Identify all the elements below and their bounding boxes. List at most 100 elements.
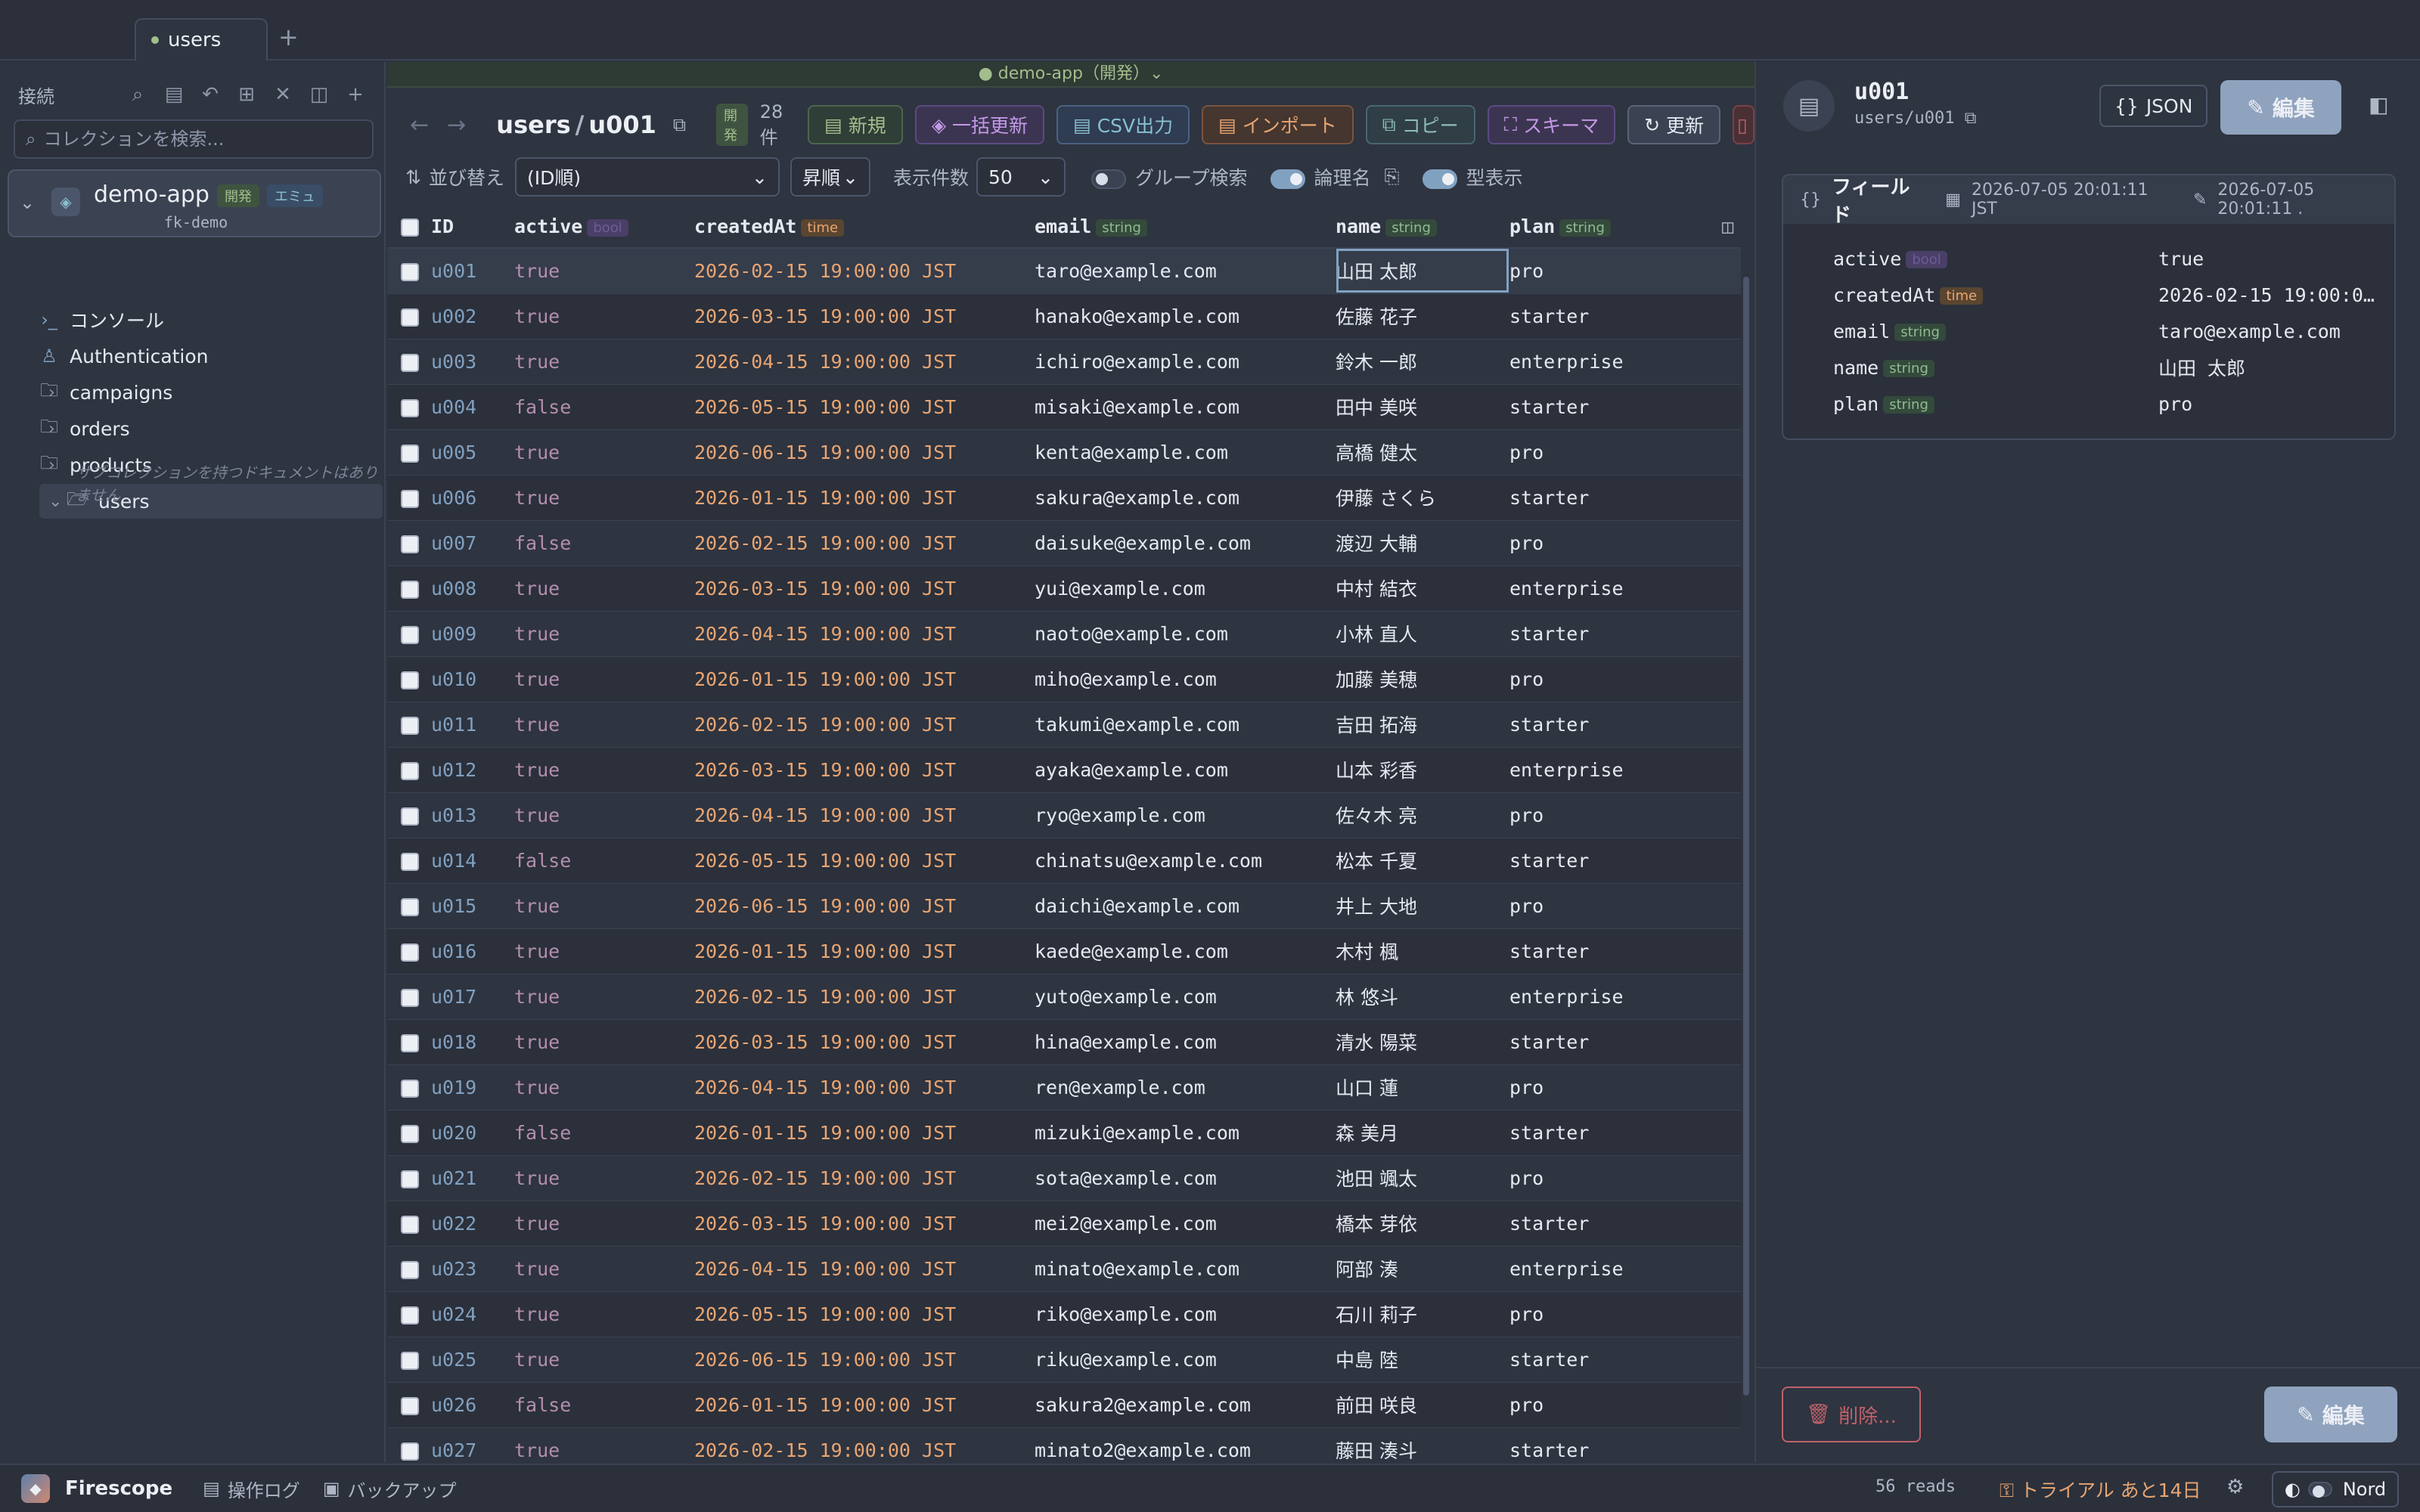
table-cell-createdat[interactable]: 2026-06-15 19:00:00 JST	[694, 1337, 1035, 1383]
add-tab-button[interactable]: +	[278, 23, 299, 51]
row-checkbox[interactable]	[401, 1079, 419, 1098]
table-cell-email[interactable]: naoto@example.com	[1035, 611, 1336, 657]
table-row[interactable]: u009 true 2026-04-15 19:00:00 JST naoto@exa…	[387, 611, 1741, 657]
connection-item[interactable]: ⌄ ◈ demo-app 開発 エミュ fk-demo	[8, 169, 381, 237]
row-checkbox[interactable]	[401, 1442, 419, 1461]
table-cell-email[interactable]: kaede@example.com	[1035, 928, 1336, 974]
table-cell-createdat[interactable]: 2026-02-15 19:00:00 JST	[694, 520, 1035, 566]
table-row[interactable]: u022 true 2026-03-15 19:00:00 JST mei2@exam…	[387, 1201, 1741, 1247]
row-checkbox[interactable]	[401, 580, 419, 599]
table-cell-plan[interactable]: pro	[1509, 429, 1741, 476]
row-checkbox[interactable]	[401, 262, 419, 281]
table-row[interactable]: u026 false 2026-01-15 19:00:00 JST sakura2@…	[387, 1382, 1741, 1428]
connection-indicator[interactable]: ● demo-app（開発）⌄	[387, 62, 1754, 88]
table-cell-createdat[interactable]: 2026-03-15 19:00:00 JST	[694, 565, 1035, 612]
csv-export-button[interactable]: ▤ CSV出力	[1056, 105, 1190, 144]
table-cell-name[interactable]: 森 美月	[1336, 1110, 1509, 1156]
field-row[interactable]: createdAt time 2026-02-15 19:00:0…	[1833, 280, 2378, 310]
row-checkbox[interactable]	[401, 988, 419, 1007]
table-cell-active[interactable]: false	[514, 1110, 694, 1156]
table-cell-createdat[interactable]: 2026-04-15 19:00:00 JST	[694, 1246, 1035, 1292]
table-cell-email[interactable]: miho@example.com	[1035, 656, 1336, 702]
forward-arrow-icon[interactable]: →	[447, 112, 466, 138]
logical-name-toggle[interactable]: 論理名	[1270, 163, 1371, 191]
table-cell-active[interactable]: true	[514, 1337, 694, 1383]
table-cell-id[interactable]: u004	[431, 384, 514, 430]
collapse-icon[interactable]: ✕	[265, 79, 301, 110]
row-checkbox[interactable]	[401, 1033, 419, 1052]
chevron-down-icon[interactable]: ⌄	[48, 492, 62, 511]
group-search-toggle[interactable]: グループ検索	[1091, 163, 1248, 191]
sidebar-item-console[interactable]: ›_ コンソール	[38, 302, 381, 337]
table-cell-email[interactable]: riku@example.com	[1035, 1337, 1336, 1383]
table-row[interactable]: u011 true 2026-02-15 19:00:00 JST takumi@ex…	[387, 702, 1741, 748]
row-checkbox[interactable]	[401, 897, 419, 916]
field-row[interactable]: plan string pro	[1833, 389, 2378, 419]
collection-search-input[interactable]	[43, 129, 361, 150]
table-cell-createdat[interactable]: 2026-01-15 19:00:00 JST	[694, 1382, 1035, 1428]
table-cell-active[interactable]: false	[514, 838, 694, 884]
sidebar-item-authentication[interactable]: ♙ Authentication	[38, 339, 381, 373]
table-cell-active[interactable]: true	[514, 883, 694, 929]
folder-plus-icon[interactable]: ⊞	[228, 79, 265, 110]
field-row[interactable]: active bool true	[1833, 243, 2378, 274]
table-cell-active[interactable]: true	[514, 611, 694, 657]
table-cell-plan[interactable]: pro	[1509, 1382, 1741, 1428]
table-cell-id[interactable]: u019	[431, 1064, 514, 1111]
panel-icon[interactable]: ◫	[301, 79, 337, 110]
table-cell-active[interactable]: true	[514, 974, 694, 1020]
json-button[interactable]: {} JSON	[2099, 85, 2208, 127]
table-cell-email[interactable]: takumi@example.com	[1035, 702, 1336, 748]
table-cell-name[interactable]: 伊藤 さくら	[1336, 475, 1509, 521]
table-cell-email[interactable]: riko@example.com	[1035, 1291, 1336, 1337]
table-cell-email[interactable]: hina@example.com	[1035, 1019, 1336, 1065]
table-row[interactable]: u017 true 2026-02-15 19:00:00 JST yuto@exam…	[387, 974, 1741, 1020]
table-cell-createdat[interactable]: 2026-02-15 19:00:00 JST	[694, 702, 1035, 748]
undo-icon[interactable]: ↶	[192, 79, 228, 110]
table-cell-active[interactable]: true	[514, 248, 694, 294]
row-checkbox[interactable]	[401, 1124, 419, 1143]
table-cell-name[interactable]: 山田 太郎	[1336, 248, 1509, 294]
table-scrollbar[interactable]	[1741, 206, 1751, 1400]
table-cell-plan[interactable]: starter	[1509, 475, 1741, 521]
table-cell-name[interactable]: 渡辺 大輔	[1336, 520, 1509, 566]
table-row[interactable]: u023 true 2026-04-15 19:00:00 JST minato@ex…	[387, 1246, 1741, 1292]
table-cell-createdat[interactable]: 2026-05-15 19:00:00 JST	[694, 384, 1035, 430]
table-cell-name[interactable]: 山口 蓮	[1336, 1064, 1509, 1111]
table-cell-plan[interactable]: starter	[1509, 928, 1741, 974]
table-cell-active[interactable]: true	[514, 792, 694, 838]
table-cell-name[interactable]: 加藤 美穂	[1336, 656, 1509, 702]
table-cell-id[interactable]: u001	[431, 248, 514, 294]
chevron-right-icon[interactable]: ›	[48, 420, 55, 438]
table-cell-createdat[interactable]: 2026-03-15 19:00:00 JST	[694, 1201, 1035, 1247]
table-cell-createdat[interactable]: 2026-04-15 19:00:00 JST	[694, 1064, 1035, 1111]
table-cell-active[interactable]: true	[514, 747, 694, 793]
table-row[interactable]: u002 true 2026-03-15 19:00:00 JST hanako@ex…	[387, 293, 1741, 339]
plus-icon[interactable]: +	[337, 79, 374, 110]
table-row[interactable]: u015 true 2026-06-15 19:00:00 JST daichi@ex…	[387, 883, 1741, 929]
table-cell-createdat[interactable]: 2026-01-15 19:00:00 JST	[694, 475, 1035, 521]
table-cell-plan[interactable]: starter	[1509, 702, 1741, 748]
table-cell-name[interactable]: 田中 美咲	[1336, 384, 1509, 430]
table-cell-email[interactable]: sakura2@example.com	[1035, 1382, 1336, 1428]
table-cell-plan[interactable]: pro	[1509, 792, 1741, 838]
table-cell-id[interactable]: u022	[431, 1201, 514, 1247]
table-cell-email[interactable]: ichiro@example.com	[1035, 339, 1336, 385]
table-cell-id[interactable]: u023	[431, 1246, 514, 1292]
table-cell-createdat[interactable]: 2026-02-15 19:00:00 JST	[694, 248, 1035, 294]
sidebar-item-campaigns[interactable]: › 🗀 campaigns	[38, 375, 381, 410]
table-row[interactable]: u003 true 2026-04-15 19:00:00 JST ichiro@ex…	[387, 339, 1741, 385]
columns-icon[interactable]: ◫	[1722, 215, 1733, 237]
column-header-email[interactable]: email string	[1035, 206, 1336, 249]
row-checkbox[interactable]	[401, 716, 419, 735]
row-checkbox[interactable]	[401, 1306, 419, 1325]
table-cell-name[interactable]: 吉田 拓海	[1336, 702, 1509, 748]
table-cell-active[interactable]: false	[514, 1382, 694, 1428]
table-cell-createdat[interactable]: 2026-01-15 19:00:00 JST	[694, 656, 1035, 702]
table-cell-id[interactable]: u021	[431, 1155, 514, 1201]
trial-status[interactable]: ⚿ トライアル あと14日	[2000, 1476, 2201, 1503]
row-checkbox[interactable]	[401, 353, 419, 372]
table-row[interactable]: u013 true 2026-04-15 19:00:00 JST ryo@examp…	[387, 792, 1741, 838]
table-cell-id[interactable]: u002	[431, 293, 514, 339]
table-cell-id[interactable]: u025	[431, 1337, 514, 1383]
